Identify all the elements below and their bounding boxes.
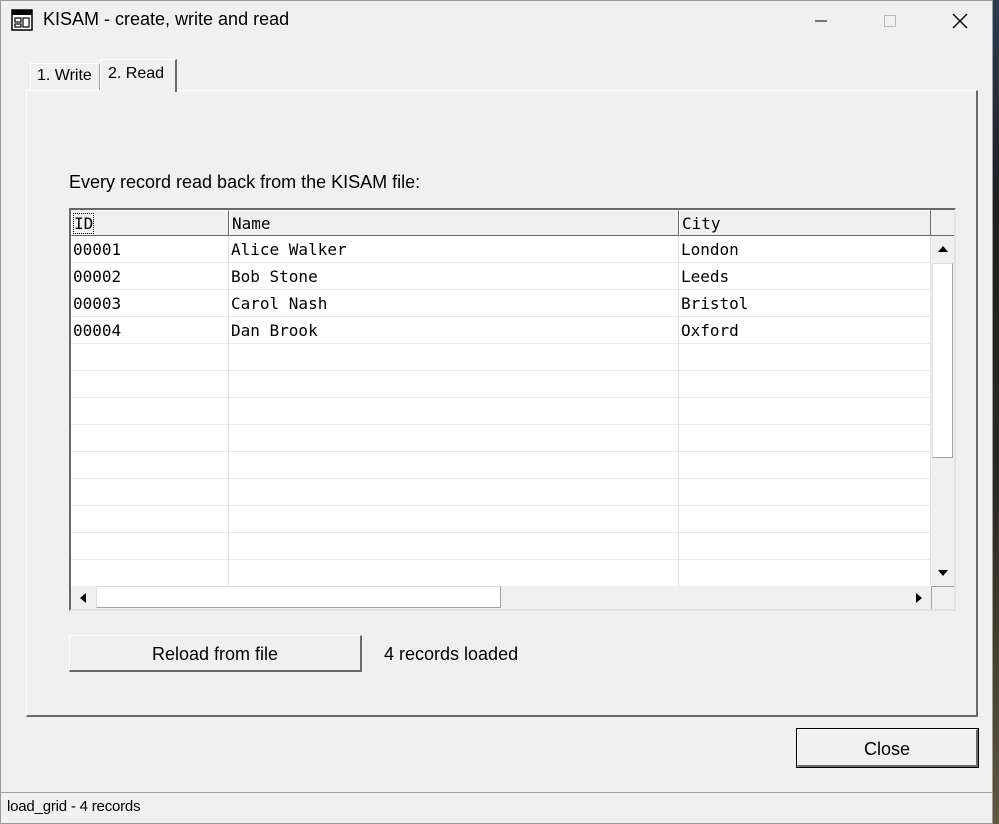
arrow-up-icon <box>937 246 948 252</box>
cell-id[interactable] <box>71 344 229 371</box>
table-row[interactable] <box>71 425 931 452</box>
cell-city[interactable]: Oxford <box>679 317 931 344</box>
cell-id[interactable] <box>71 371 229 398</box>
cell-city[interactable] <box>679 452 931 479</box>
cell-city[interactable] <box>679 371 931 398</box>
scroll-up-button[interactable] <box>931 236 954 262</box>
maximize-button[interactable] <box>867 1 913 41</box>
status-text: load_grid - 4 records <box>7 798 141 815</box>
cell-name[interactable]: Bob Stone <box>229 263 679 290</box>
app-window: KISAM - create, write and read 1. Write … <box>0 0 993 824</box>
cell-name[interactable] <box>229 398 679 425</box>
window-title: KISAM - create, write and read <box>43 9 290 29</box>
scroll-right-button[interactable] <box>907 586 931 609</box>
desktop-background <box>993 0 999 824</box>
table-row[interactable] <box>71 479 931 506</box>
arrow-left-icon <box>80 592 86 603</box>
cell-name[interactable]: Dan Brook <box>229 317 679 344</box>
tab-write[interactable]: 1. Write <box>30 63 100 90</box>
cell-name[interactable]: Carol Nash <box>229 290 679 317</box>
column-header-city[interactable]: City <box>679 210 931 236</box>
cell-city[interactable] <box>679 506 931 533</box>
cell-name[interactable] <box>229 344 679 371</box>
table-row[interactable]: 00002 Bob Stone Leeds <box>71 263 931 290</box>
cell-id[interactable] <box>71 425 229 452</box>
table-row[interactable]: 00004 Dan Brook Oxford <box>71 317 931 344</box>
cell-id[interactable]: 00003 <box>71 290 229 317</box>
cell-id[interactable]: 00004 <box>71 317 229 344</box>
minimize-button[interactable] <box>798 1 844 41</box>
cell-city[interactable] <box>679 344 931 371</box>
scroll-down-button[interactable] <box>931 560 954 586</box>
records-status-label: 4 records loaded <box>384 644 519 664</box>
table-row[interactable] <box>71 452 931 479</box>
scroll-corner <box>931 586 954 609</box>
cell-id[interactable]: 00001 <box>71 236 229 263</box>
grid-rows: 00001 Alice Walker London 00002 Bob Stone Lee… <box>71 236 931 587</box>
table-row[interactable] <box>71 533 931 560</box>
close-icon <box>952 13 968 29</box>
table-row[interactable] <box>71 371 931 398</box>
cell-id[interactable] <box>71 398 229 425</box>
reload-from-file-button[interactable]: Reload from file <box>69 635 362 672</box>
cell-id[interactable] <box>71 479 229 506</box>
cell-city[interactable]: Bristol <box>679 290 931 317</box>
cell-id[interactable] <box>71 452 229 479</box>
arrow-right-icon <box>916 592 922 603</box>
cell-id[interactable] <box>71 506 229 533</box>
window-close-button[interactable] <box>937 1 983 41</box>
vertical-scroll-thumb[interactable] <box>932 263 953 458</box>
cell-name[interactable] <box>229 560 679 587</box>
horizontal-scrollbar[interactable] <box>71 586 931 609</box>
column-header-name[interactable]: Name <box>229 210 679 236</box>
grid-header: ID Name City <box>71 210 931 236</box>
horizontal-scroll-thumb[interactable] <box>96 586 501 608</box>
arrow-down-icon <box>937 570 948 576</box>
cell-city[interactable] <box>679 533 931 560</box>
grid-header-corner <box>931 210 954 236</box>
table-row[interactable] <box>71 398 931 425</box>
cell-name[interactable] <box>229 371 679 398</box>
minimize-icon <box>815 20 827 22</box>
cell-name[interactable]: Alice Walker <box>229 236 679 263</box>
scroll-left-button[interactable] <box>71 586 95 609</box>
title-bar: KISAM - create, write and read <box>1 1 992 41</box>
table-row[interactable]: 00003 Carol Nash Bristol <box>71 290 931 317</box>
tab-read[interactable]: 2. Read <box>100 59 177 92</box>
table-row[interactable] <box>71 560 931 587</box>
status-bar: load_grid - 4 records <box>1 792 992 823</box>
cell-city[interactable] <box>679 479 931 506</box>
cell-name[interactable] <box>229 533 679 560</box>
vertical-scrollbar[interactable] <box>931 236 954 586</box>
cell-id[interactable] <box>71 560 229 587</box>
table-row[interactable]: 00001 Alice Walker London <box>71 236 931 263</box>
cell-name[interactable] <box>229 425 679 452</box>
maximize-icon <box>884 15 896 27</box>
cell-name[interactable] <box>229 506 679 533</box>
grid-caption: Every record read back from the KISAM fi… <box>69 172 421 192</box>
cell-city[interactable] <box>679 560 931 587</box>
table-row[interactable] <box>71 506 931 533</box>
cell-city[interactable]: London <box>679 236 931 263</box>
cell-id[interactable]: 00002 <box>71 263 229 290</box>
records-grid[interactable]: ID Name City 00001 Alice Walker London 0000… <box>69 208 956 611</box>
cell-city[interactable] <box>679 425 931 452</box>
cell-city[interactable] <box>679 398 931 425</box>
window-form-icon <box>11 9 33 31</box>
column-header-id[interactable]: ID <box>71 210 229 236</box>
cell-name[interactable] <box>229 479 679 506</box>
close-button[interactable]: Close <box>796 728 979 768</box>
cell-name[interactable] <box>229 452 679 479</box>
cell-city[interactable]: Leeds <box>679 263 931 290</box>
cell-id[interactable] <box>71 533 229 560</box>
table-row[interactable] <box>71 344 931 371</box>
